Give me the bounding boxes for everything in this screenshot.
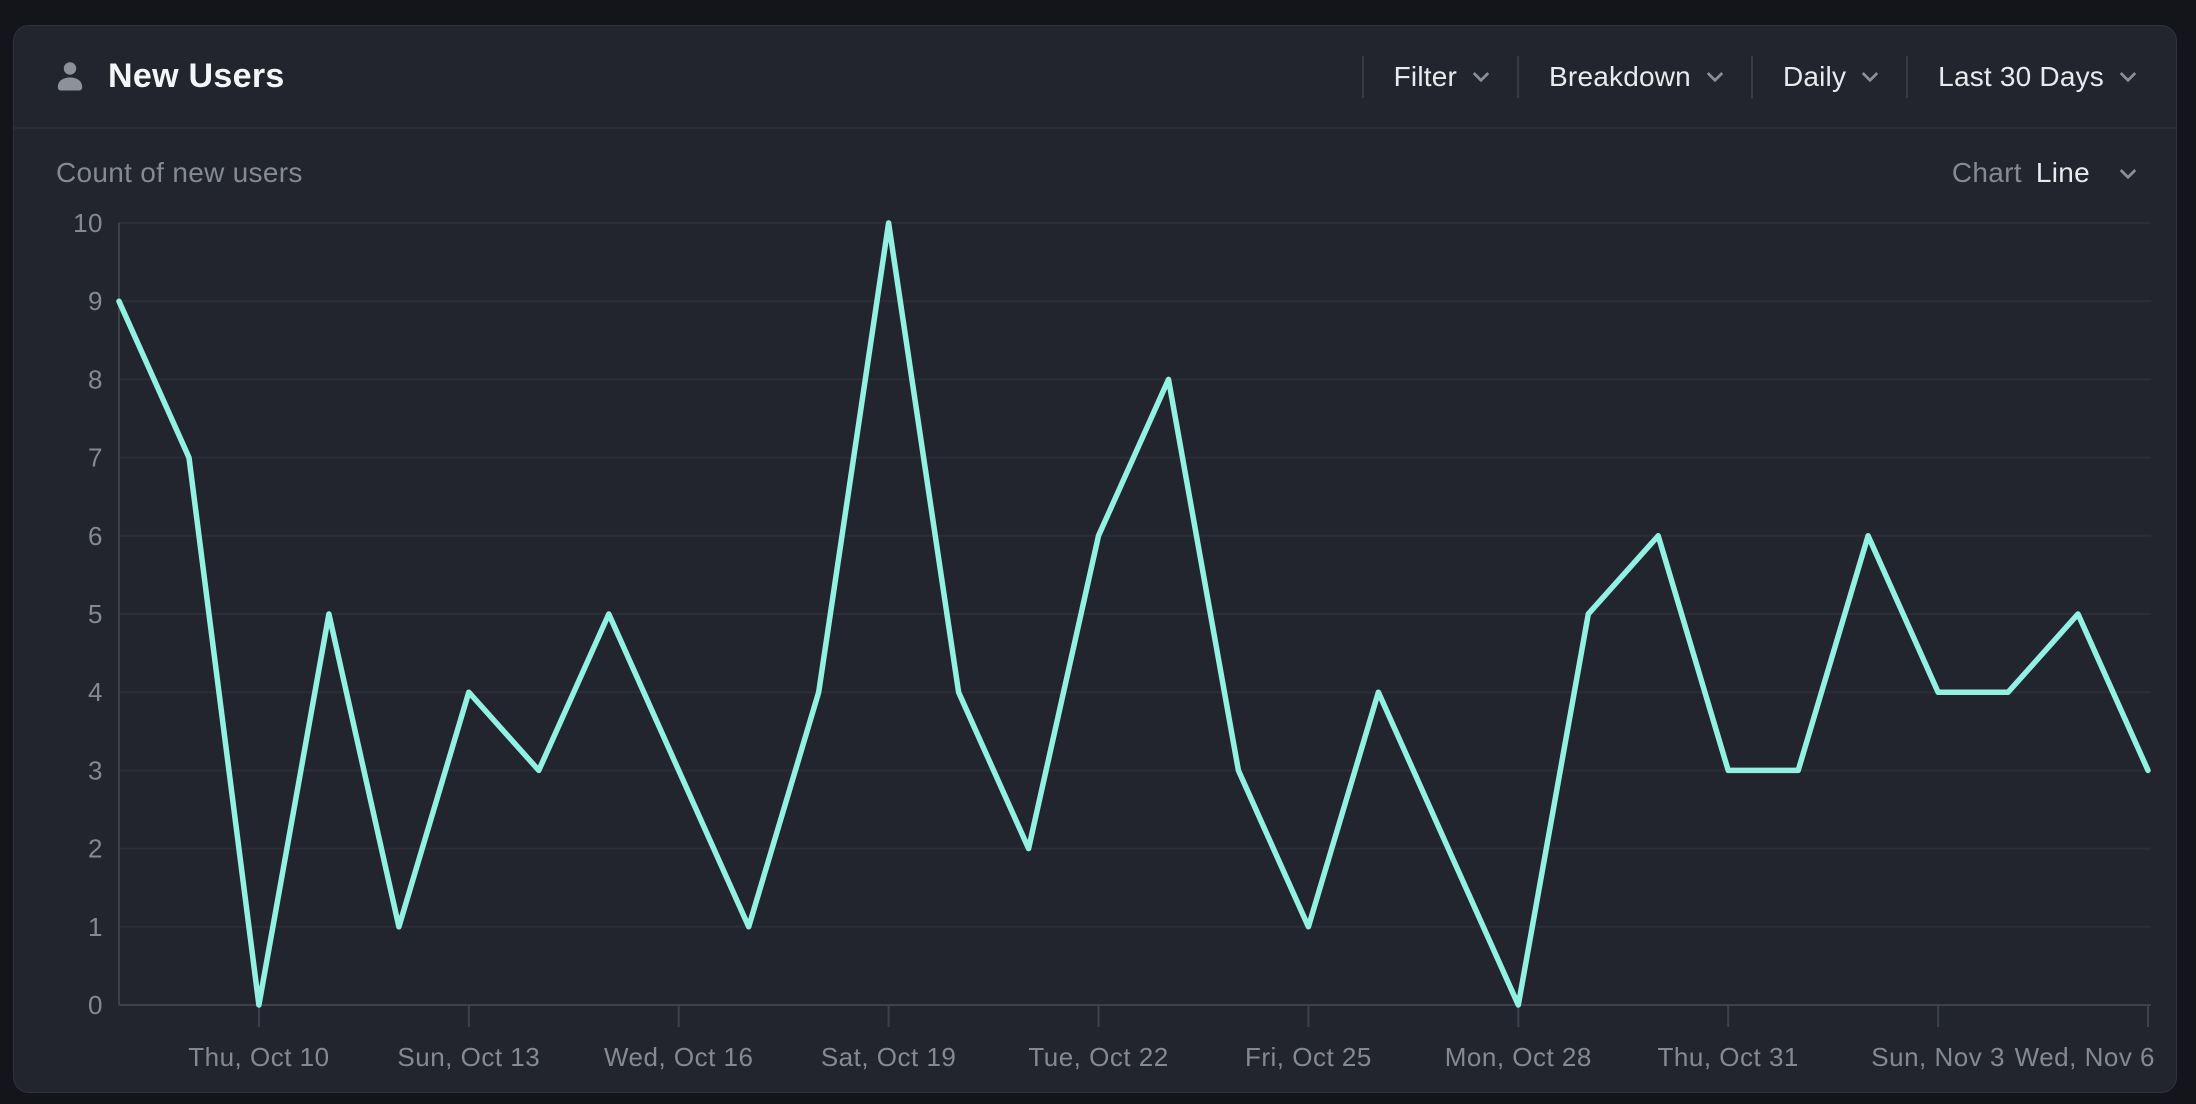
chart-type-value: Line xyxy=(2036,157,2090,189)
x-axis-tick-label: Sun, Oct 13 xyxy=(397,1042,540,1072)
widget-title: New Users xyxy=(108,57,285,96)
chart-canvas[interactable]: 0 1 2 3 4 5 6 7 8 9 10 Thu, Oct 10 Sun, Oct 13 Wed, O… xyxy=(0,190,2196,1104)
date-range-dropdown[interactable]: Last 30 Days xyxy=(1908,61,2136,93)
chart-type-label: Chart xyxy=(1952,157,2022,189)
y-axis-tick-label: 6 xyxy=(88,521,103,551)
x-axis-tick-label: Wed, Nov 6 xyxy=(2015,1042,2155,1072)
chevron-down-icon xyxy=(1862,66,1879,83)
x-axis-tick-label: Wed, Oct 16 xyxy=(604,1042,754,1072)
breakdown-dropdown-label: Breakdown xyxy=(1549,61,1691,93)
y-axis-tick-label: 5 xyxy=(88,599,103,629)
chart-subheader: Count of new users Chart Line xyxy=(56,157,2134,189)
widget-controls: Filter Breakdown Daily Last 30 Days xyxy=(1362,56,2136,98)
chevron-down-icon xyxy=(1706,66,1723,83)
y-axis-tick-label: 9 xyxy=(88,286,103,316)
x-axis-tick-label: Fri, Oct 25 xyxy=(1245,1042,1372,1072)
x-axis-tick-label: Mon, Oct 28 xyxy=(1445,1042,1592,1072)
chevron-down-icon xyxy=(2120,162,2137,179)
x-axis-tick-label: Sun, Nov 3 xyxy=(1871,1042,2005,1072)
y-axis-tick-label: 0 xyxy=(88,990,103,1020)
y-axis-tick-label: 1 xyxy=(88,912,103,942)
filter-dropdown[interactable]: Filter xyxy=(1364,61,1517,93)
widget-header: New Users Filter Breakdown Daily Last 30… xyxy=(14,26,2176,129)
y-axis-tick-label: 10 xyxy=(73,208,103,238)
filter-dropdown-label: Filter xyxy=(1394,61,1457,93)
breakdown-dropdown[interactable]: Breakdown xyxy=(1519,61,1751,93)
chevron-down-icon xyxy=(1473,66,1490,83)
chart-subtitle: Count of new users xyxy=(56,157,303,189)
granularity-dropdown-label: Daily xyxy=(1783,61,1846,93)
granularity-dropdown[interactable]: Daily xyxy=(1753,61,1906,93)
x-axis-tick-label: Sat, Oct 19 xyxy=(821,1042,957,1072)
dashboard-page: { "widget": { "title": "New Users" }, "h… xyxy=(0,0,2196,1104)
chevron-down-icon xyxy=(2120,66,2137,83)
date-range-dropdown-label: Last 30 Days xyxy=(1938,61,2104,93)
chart-type-dropdown[interactable]: Chart Line xyxy=(1952,157,2134,189)
y-axis-tick-label: 2 xyxy=(88,834,103,864)
y-axis-tick-label: 3 xyxy=(88,755,103,785)
y-axis-tick-label: 8 xyxy=(88,364,103,394)
y-axis-tick-label: 7 xyxy=(88,443,103,473)
x-axis-tick-label: Thu, Oct 31 xyxy=(1658,1042,1799,1072)
x-axis-tick-label: Thu, Oct 10 xyxy=(188,1042,329,1072)
widget-title-group: New Users xyxy=(54,57,285,96)
user-icon xyxy=(54,60,86,94)
x-axis-tick-label: Tue, Oct 22 xyxy=(1028,1042,1168,1072)
y-axis-tick-label: 4 xyxy=(88,677,103,707)
